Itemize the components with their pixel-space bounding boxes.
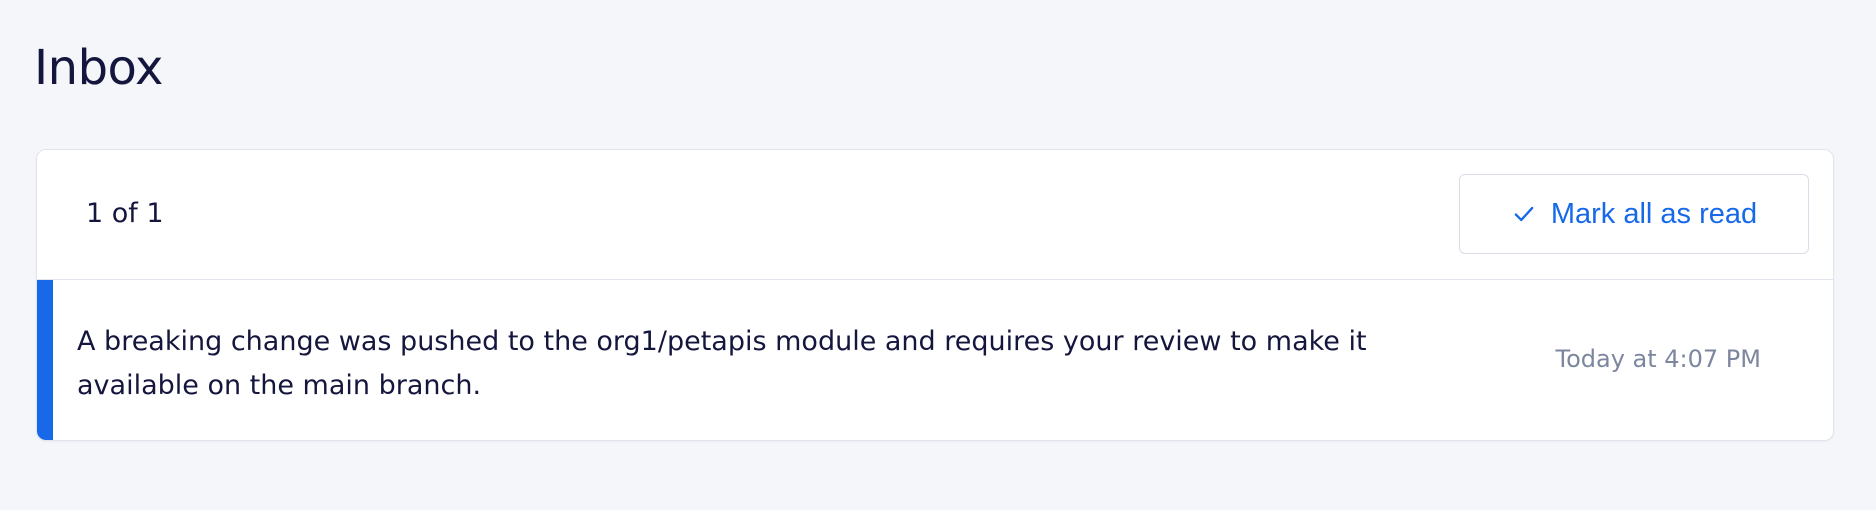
page-title: Inbox [34,40,163,96]
notification-message: A breaking change was pushed to the org1… [77,326,1367,401]
inbox-header: 1 of 1 Mark all as read [37,150,1833,280]
mark-all-as-read-label: Mark all as read [1550,198,1758,230]
mark-all-as-read-button[interactable]: Mark all as read [1459,174,1809,254]
check-icon [1511,201,1537,227]
notification-timestamp: Today at 4:07 PM [1555,345,1762,373]
unread-indicator [37,280,53,440]
notification-item[interactable]: A breaking change was pushed to the org1… [37,280,1833,440]
inbox-card: 1 of 1 Mark all as read A breaking chang… [36,149,1834,441]
notification-counter: 1 of 1 [86,198,164,229]
